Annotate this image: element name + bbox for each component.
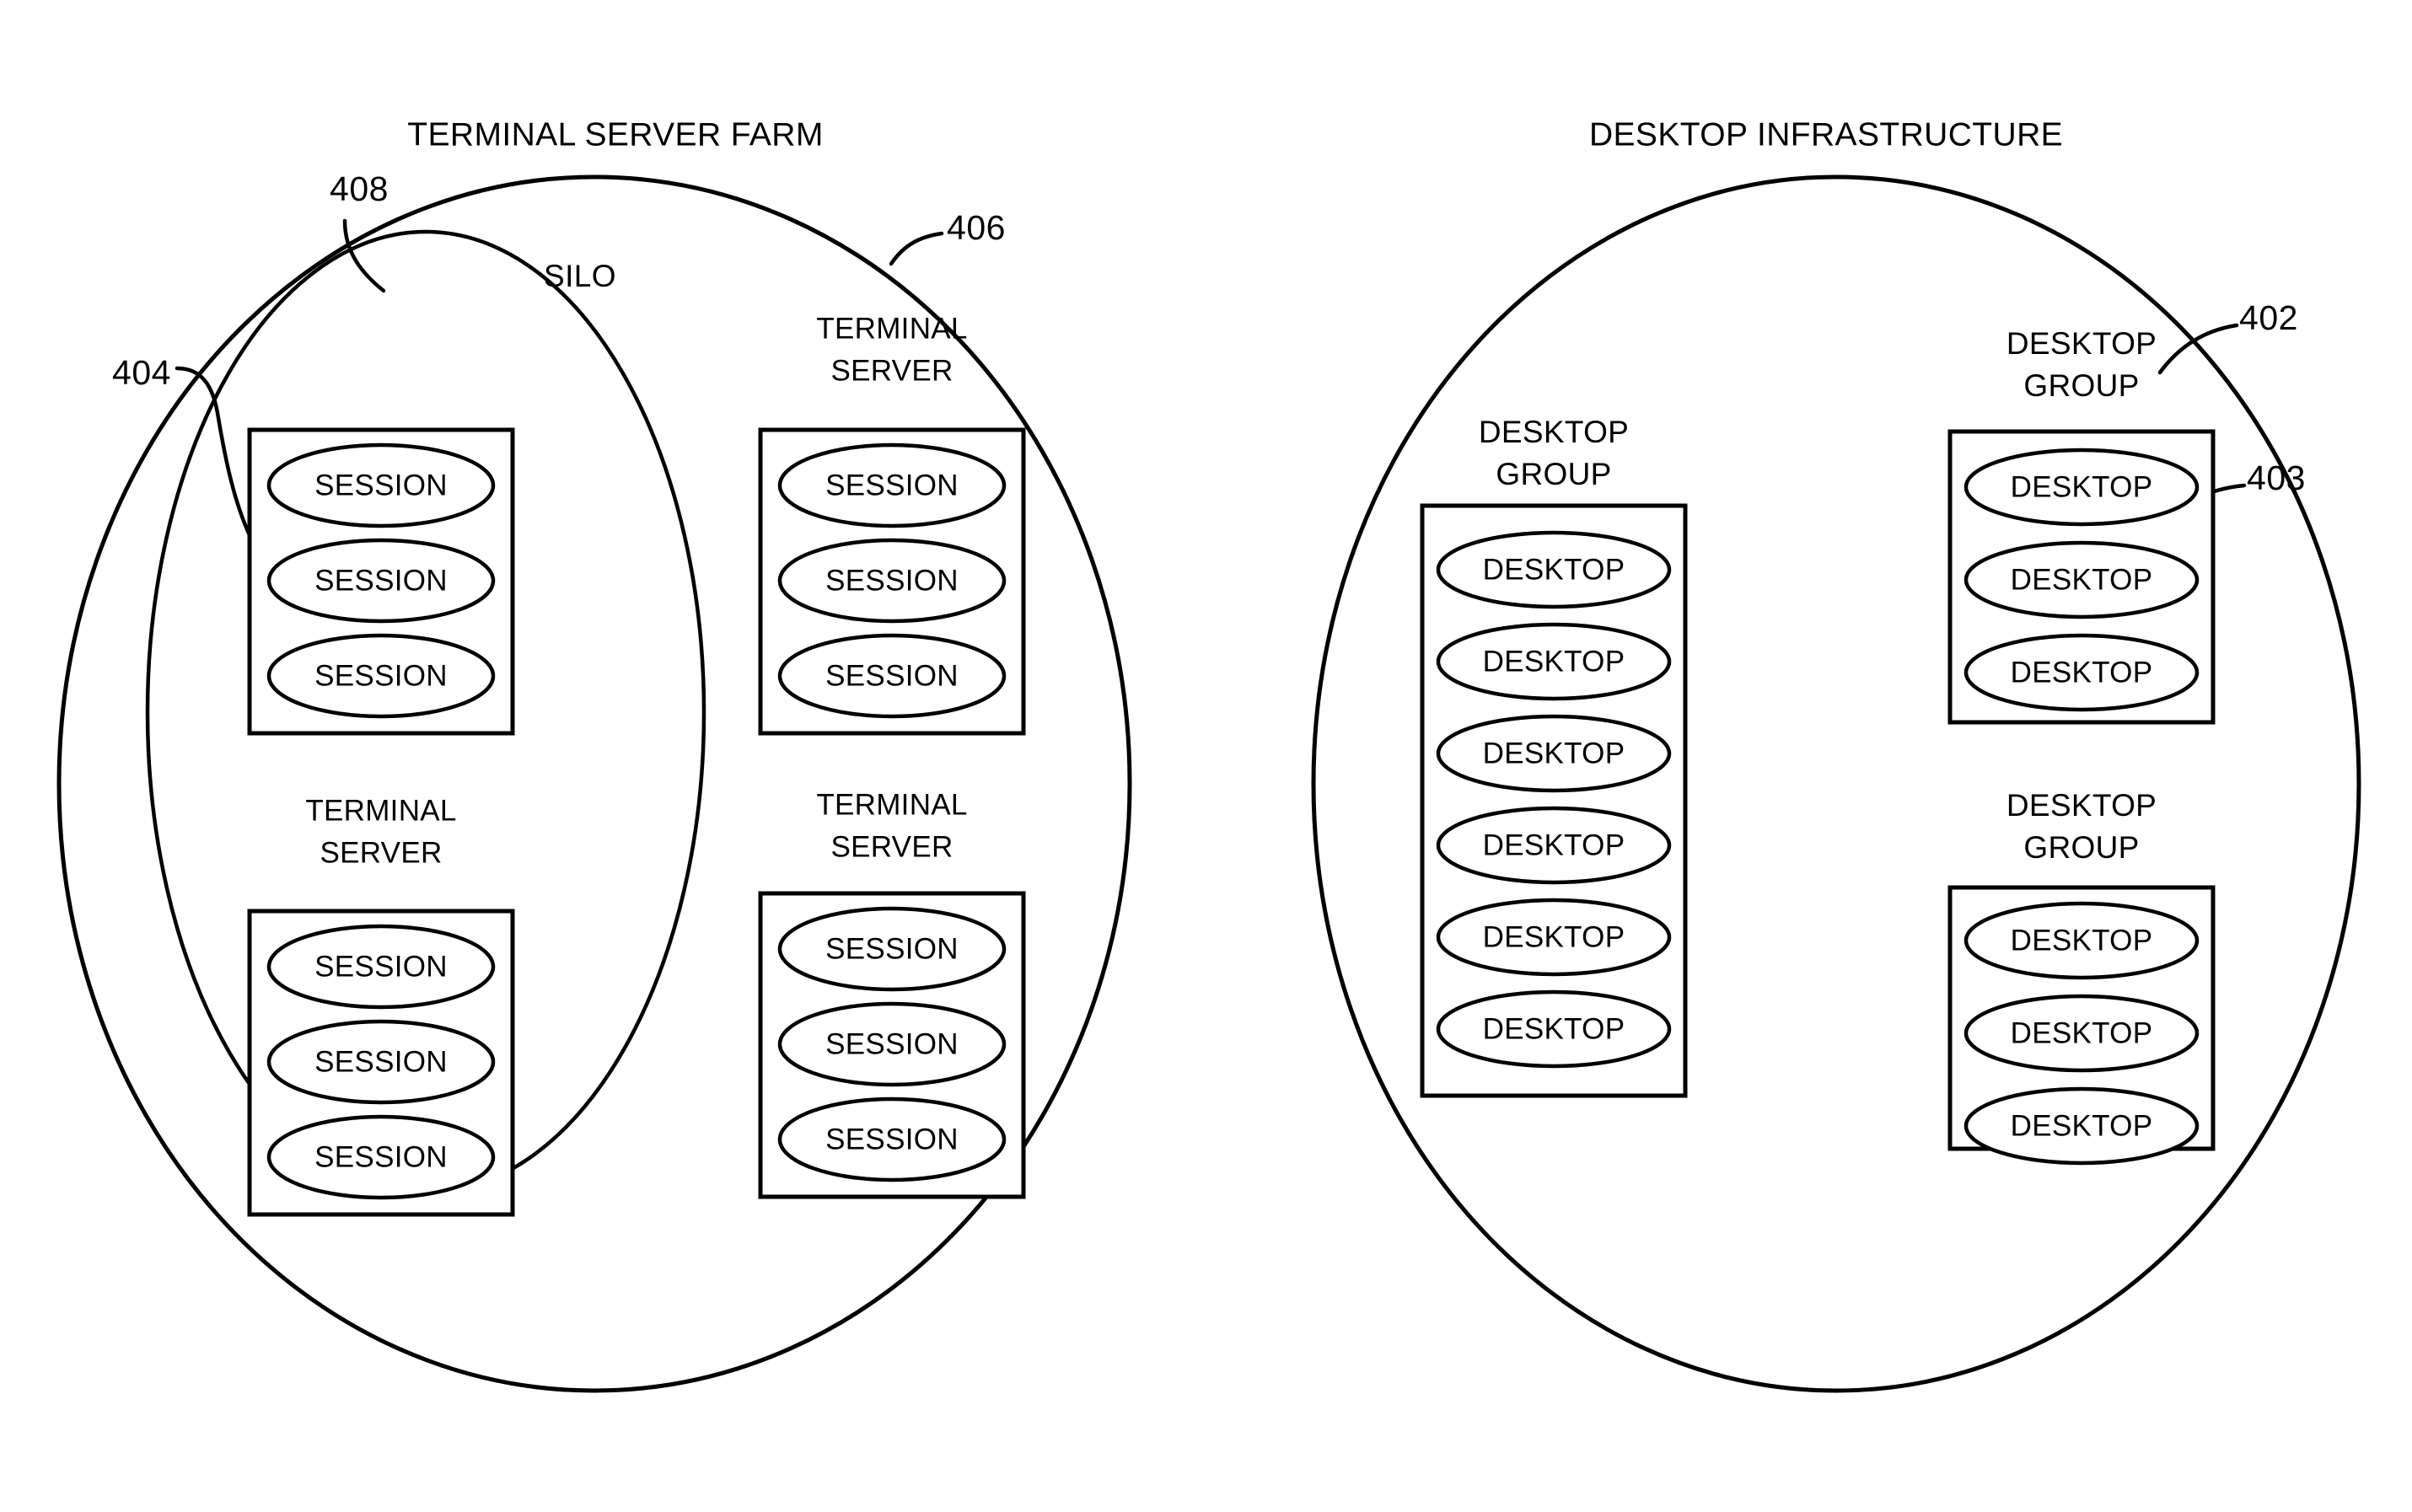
desktop-group-2-label-line2: GROUP bbox=[2023, 368, 2139, 403]
reference-numeral-408: 408 bbox=[330, 169, 389, 208]
desktop-label: DESKTOP bbox=[2011, 1109, 2153, 1142]
session-label: SESSION bbox=[314, 1140, 448, 1173]
desktop-label: DESKTOP bbox=[2011, 656, 2153, 689]
terminal-server-farm-title: TERMINAL SERVER FARM bbox=[407, 116, 823, 153]
desktop-label: DESKTOP bbox=[1483, 920, 1625, 953]
session-label: SESSION bbox=[314, 659, 448, 692]
leader-line-404 bbox=[175, 366, 252, 538]
reference-numeral-404: 404 bbox=[112, 353, 171, 392]
desktop-group-2-label-line1: DESKTOP bbox=[2006, 326, 2157, 361]
desktop-label: DESKTOP bbox=[2011, 924, 2153, 957]
desktop-label: DESKTOP bbox=[1483, 1012, 1625, 1045]
reference-numeral-402: 402 bbox=[2239, 298, 2298, 337]
desktop-group-3-label-line1: DESKTOP bbox=[2006, 788, 2157, 823]
desktop-label: DESKTOP bbox=[1483, 737, 1625, 769]
terminal-server-4-label-line2: SERVER bbox=[830, 830, 953, 863]
terminal-server-4-label-line1: TERMINAL bbox=[816, 788, 967, 821]
desktop-label: DESKTOP bbox=[2011, 1016, 2153, 1049]
terminal-server-2: TERMINAL SERVER SESSION SESSION SESSION bbox=[758, 312, 1026, 736]
terminal-server-3: TERMINAL SERVER SESSION SESSION SESSION bbox=[247, 794, 515, 1217]
desktop-infrastructure-title: DESKTOP INFRASTRUCTURE bbox=[1589, 116, 2063, 153]
session-label: SESSION bbox=[825, 932, 959, 965]
desktop-group-3: DESKTOP GROUP DESKTOP DESKTOP DESKTOP bbox=[1947, 788, 2216, 1166]
patent-figure-canvas: TERMINAL SERVER FARM SILO 406 408 404 TE… bbox=[0, 0, 2412, 1512]
desktop-label: DESKTOP bbox=[1483, 828, 1625, 861]
leader-line-406 bbox=[889, 231, 944, 266]
terminal-server-4: TERMINAL SERVER SESSION SESSION SESSION bbox=[758, 788, 1026, 1199]
terminal-server-farm-boundary bbox=[56, 174, 1132, 1393]
session-label: SESSION bbox=[314, 564, 448, 597]
session-label: SESSION bbox=[314, 950, 448, 983]
session-label: SESSION bbox=[314, 469, 448, 501]
terminal-server-2-label-line1: TERMINAL bbox=[816, 312, 967, 345]
terminal-server-3-label-line2: SERVER bbox=[320, 836, 442, 869]
terminal-server-2-label-line2: SERVER bbox=[830, 354, 953, 387]
desktop-label: DESKTOP bbox=[1483, 553, 1625, 586]
desktop-label: DESKTOP bbox=[2011, 470, 2153, 503]
reference-numeral-403: 403 bbox=[2247, 458, 2306, 497]
session-label: SESSION bbox=[825, 1123, 959, 1155]
session-label: SESSION bbox=[825, 659, 959, 692]
desktop-label: DESKTOP bbox=[2011, 563, 2153, 596]
silo-label: SILO bbox=[544, 259, 616, 293]
desktop-group-2: DESKTOP GROUP DESKTOP DESKTOP DESKTOP bbox=[1947, 326, 2216, 725]
session-label: SESSION bbox=[825, 564, 959, 597]
terminal-server-1: TERMINAL SERVER SESSION SESSION SESSION bbox=[247, 427, 515, 736]
desktop-group-1-label-line1: DESKTOP bbox=[1479, 415, 1629, 449]
reference-numeral-406: 406 bbox=[947, 208, 1006, 247]
leader-line-408 bbox=[342, 218, 386, 293]
session-label: SESSION bbox=[825, 1027, 959, 1060]
desktop-group-1-label-line2: GROUP bbox=[1496, 457, 1611, 491]
desktop-group-1: DESKTOP GROUP DESKTOP DESKTOP DESKTOP DE… bbox=[1420, 415, 1688, 1098]
session-label: SESSION bbox=[314, 1045, 448, 1078]
desktop-group-3-label-line2: GROUP bbox=[2023, 830, 2139, 865]
desktop-label: DESKTOP bbox=[1483, 645, 1625, 678]
patent-diagram-svg: TERMINAL SERVER FARM SILO 406 408 404 TE… bbox=[56, 116, 2361, 1393]
session-label: SESSION bbox=[825, 469, 959, 501]
terminal-server-3-label-line1: TERMINAL bbox=[305, 794, 456, 827]
